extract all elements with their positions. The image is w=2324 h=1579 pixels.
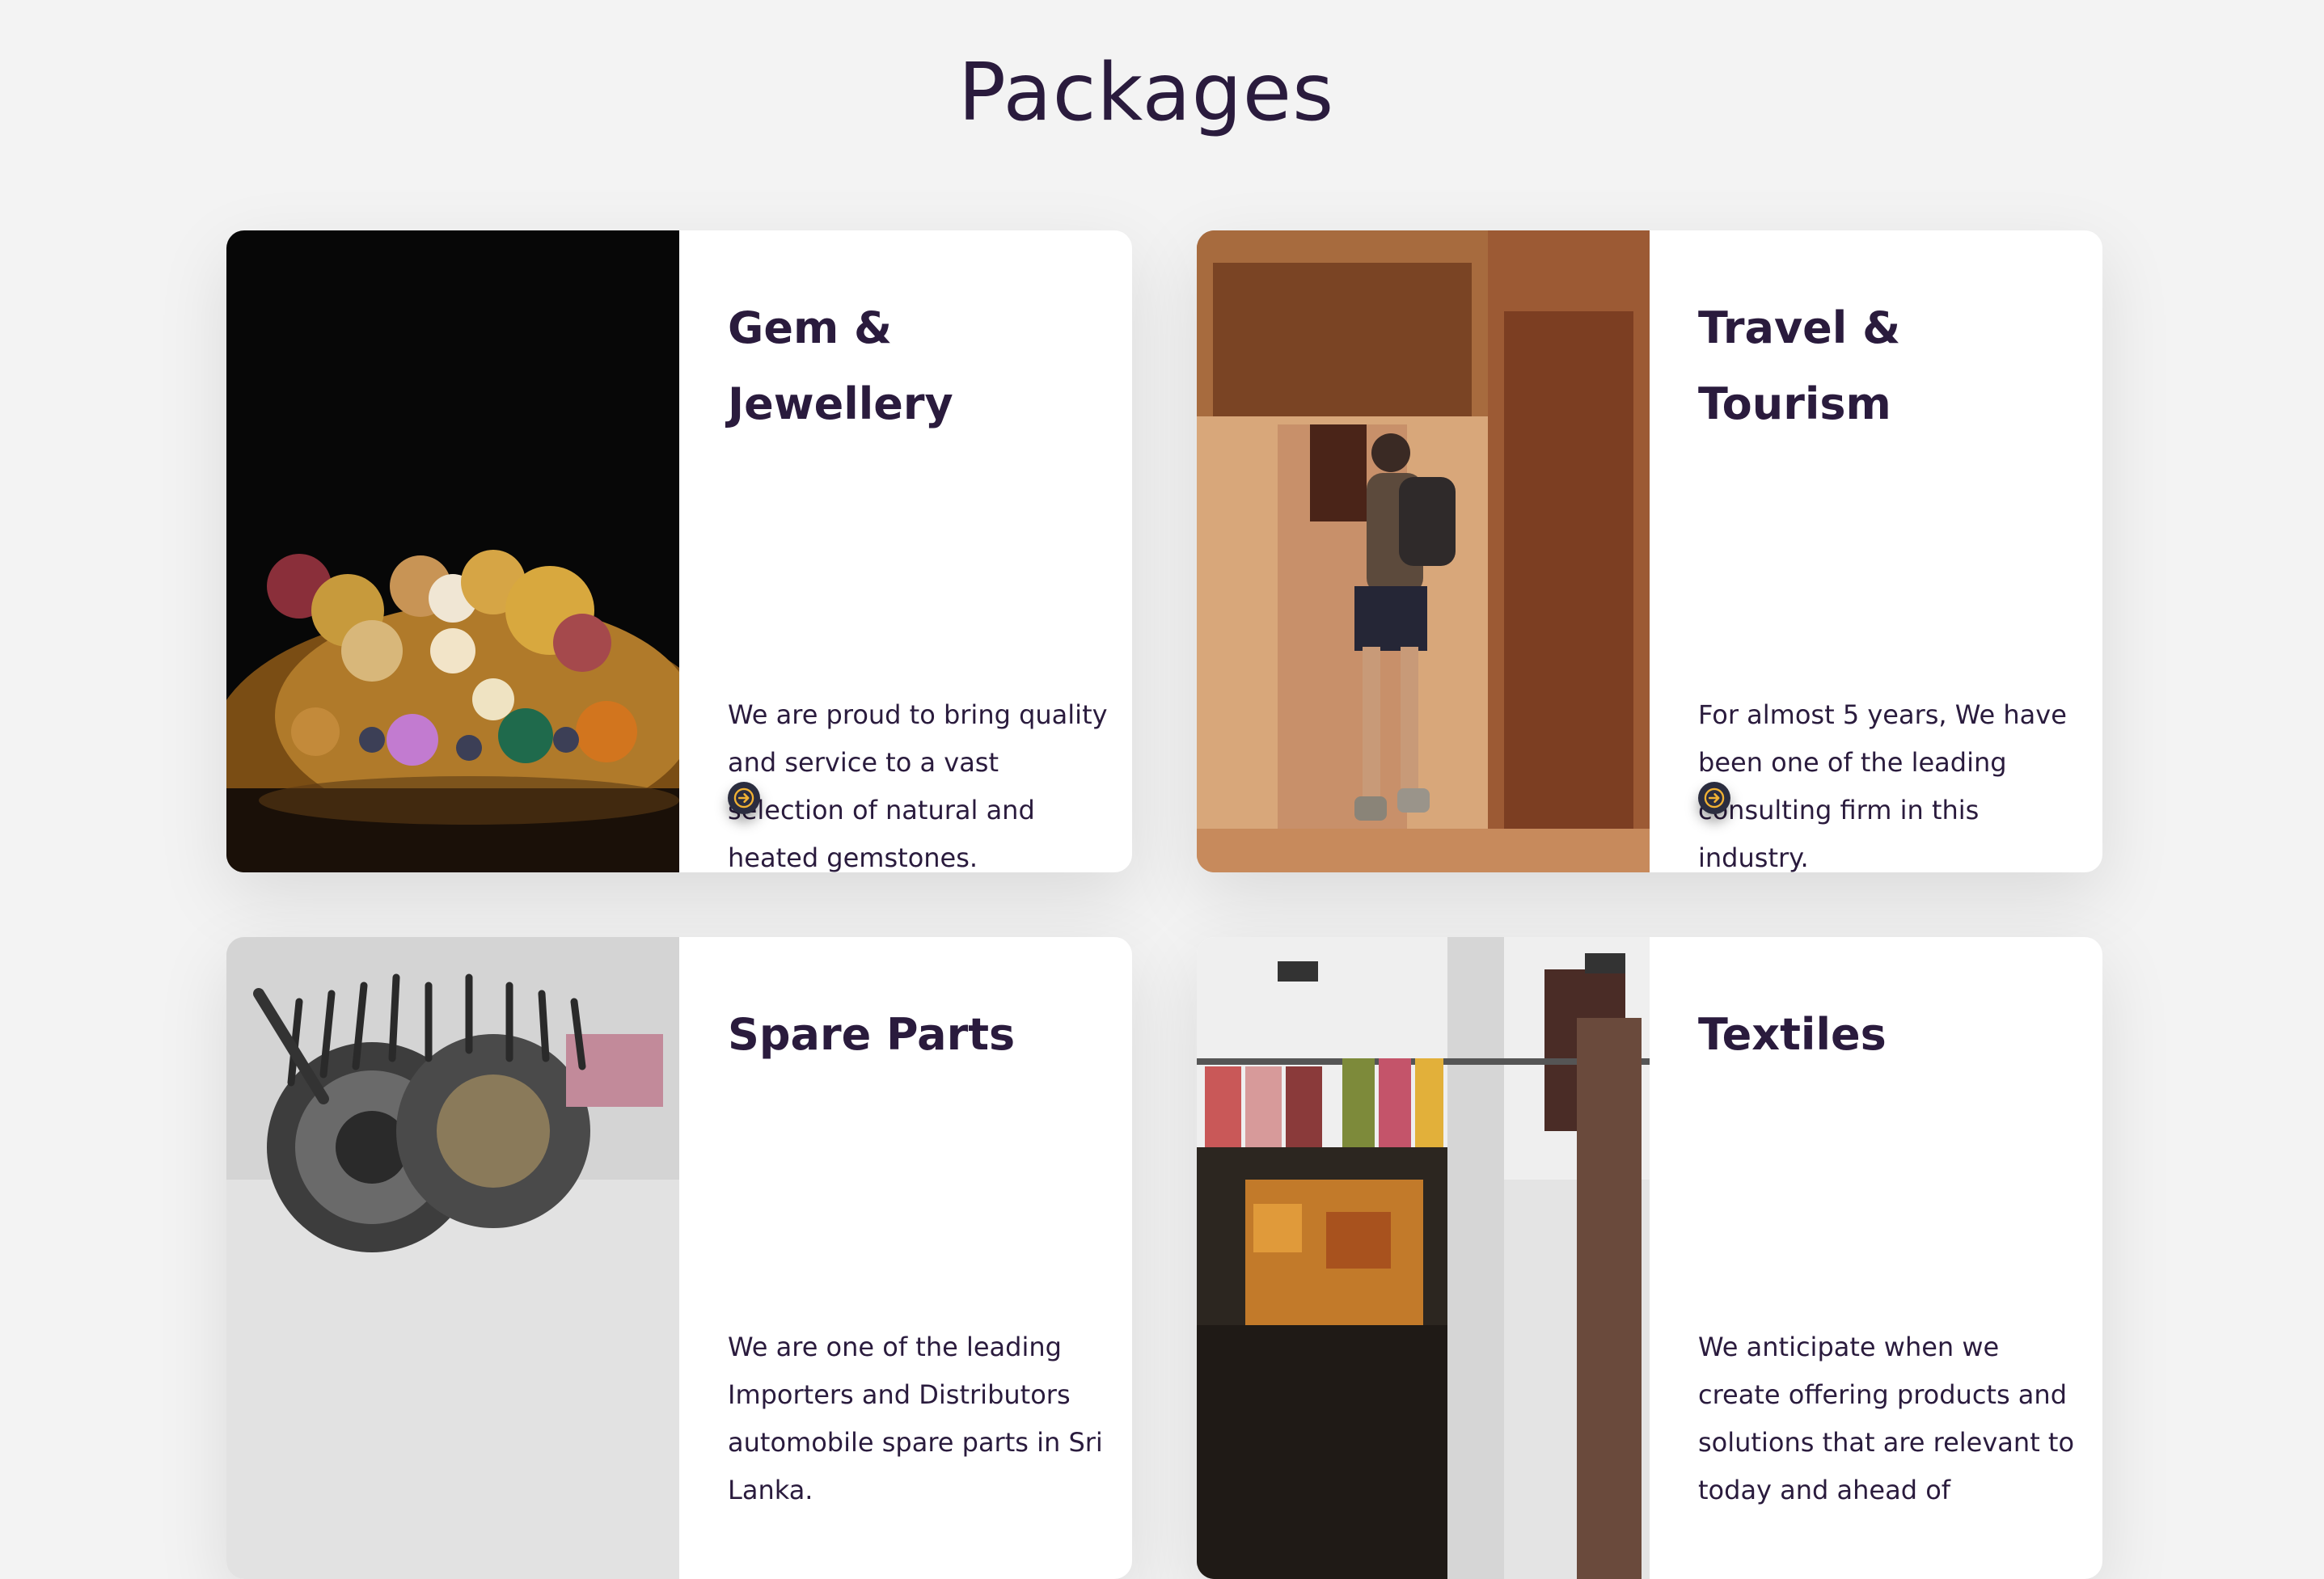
package-title: Spare Parts (728, 1009, 1016, 1060)
package-arrow-button[interactable] (1698, 782, 1730, 814)
package-image-spare-parts (226, 937, 679, 1579)
package-description: We anticipate when we create offering pr… (1698, 1332, 2075, 1505)
package-card-travel-tourism[interactable]: Travel & Tourism For almost 5 years, We … (1197, 230, 2102, 872)
arrow-right-circle-icon (733, 787, 754, 808)
package-description: We are proud to bring quality and servic… (728, 699, 1108, 872)
package-card-spare-parts[interactable]: Spare Parts We are one of the leading Im… (226, 937, 1132, 1579)
arrow-right-circle-icon (1704, 787, 1725, 808)
package-description: We are one of the leading Importers and … (728, 1332, 1103, 1505)
package-image-travel-tourism (1197, 230, 1650, 872)
package-card-gem-jewellery[interactable]: Gem & Jewellery We are proud to bring qu… (226, 230, 1132, 872)
package-image-textiles (1197, 937, 1650, 1579)
package-card-textiles[interactable]: Textiles We anticipate when we create of… (1197, 937, 2102, 1579)
package-arrow-button[interactable] (728, 782, 760, 814)
package-body: Gem & Jewellery We are proud to bring qu… (728, 230, 1108, 872)
package-body: Textiles We anticipate when we create of… (1698, 937, 2078, 1579)
package-title: Travel & Tourism (1698, 302, 1901, 429)
package-body: Travel & Tourism For almost 5 years, We … (1698, 230, 2078, 872)
section-title: Packages (957, 47, 1335, 139)
package-image-gem-jewellery (226, 230, 679, 872)
package-body: Spare Parts We are one of the leading Im… (728, 937, 1108, 1579)
package-title: Gem & Jewellery (728, 302, 953, 429)
package-description: For almost 5 years, We have been one of … (1698, 699, 2067, 872)
package-title: Textiles (1698, 1009, 1887, 1060)
